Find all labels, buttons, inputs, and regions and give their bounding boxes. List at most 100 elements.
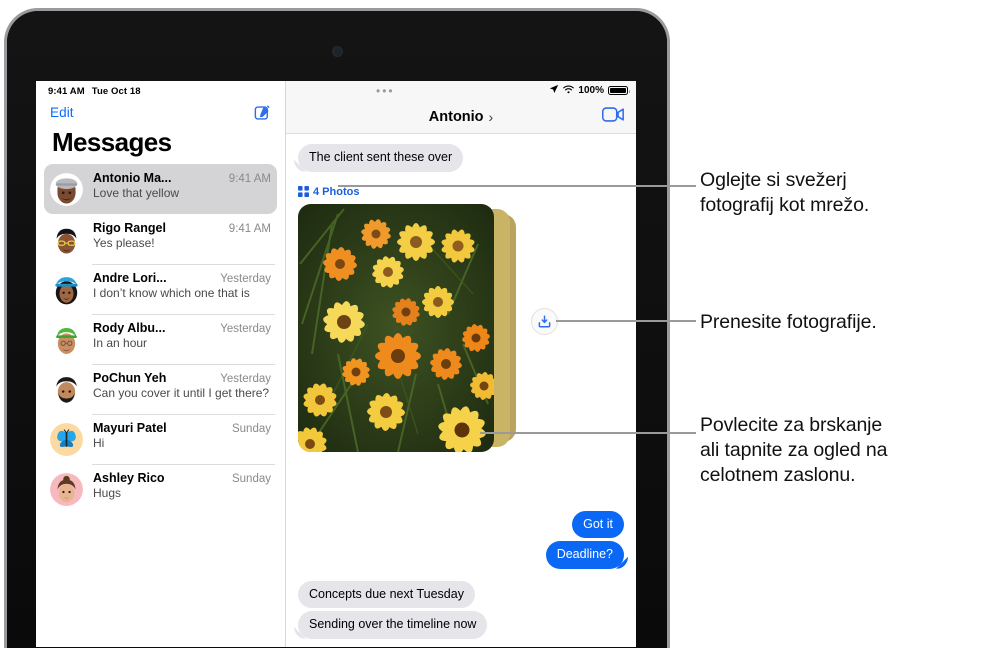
callout-line: ali tapnite za ogled na bbox=[700, 438, 888, 461]
message-row: The client sent these over bbox=[298, 144, 624, 172]
photo-stack[interactable] bbox=[298, 203, 516, 452]
list-item-body: Antonio Ma... 9:41 AM Love that yellow bbox=[93, 171, 271, 201]
location-arrow-icon bbox=[549, 84, 559, 97]
battery-percent-label: 100% bbox=[578, 85, 604, 96]
message-row: Concepts due next Tuesday bbox=[298, 580, 624, 609]
contact-name: Rigo Rangel bbox=[93, 221, 166, 235]
list-item-body: Rigo Rangel 9:41 AM Yes please! bbox=[93, 221, 271, 251]
battery-full-icon bbox=[608, 85, 630, 96]
message-row: Deadline? bbox=[298, 541, 624, 569]
message-bubble[interactable]: Concepts due next Tuesday bbox=[298, 580, 475, 609]
contact-name: Andre Lori... bbox=[93, 271, 167, 285]
photo-card-front[interactable] bbox=[298, 203, 494, 452]
conversation-list: Antonio Ma... 9:41 AM Love that yellow R… bbox=[36, 164, 285, 514]
callout-download: Prenesite fotografije. bbox=[700, 310, 990, 335]
message-preview: In an hour bbox=[93, 336, 148, 350]
bottom-messages: Got it Deadline? Concepts due next Tuesd… bbox=[298, 510, 624, 648]
list-item[interactable]: Andre Lori... Yesterday I don’t know whi… bbox=[44, 264, 277, 314]
contact-name: Antonio bbox=[428, 108, 484, 125]
sidebar-status-bar: 9:41 AM Tue Oct 18 bbox=[36, 81, 285, 97]
status-bar: ••• 100% bbox=[286, 81, 636, 100]
message-time: 9:41 AM bbox=[228, 173, 271, 185]
compose-icon[interactable] bbox=[254, 104, 271, 121]
message-time: Yesterday bbox=[220, 273, 271, 285]
window-grabber-handle[interactable]: ••• bbox=[376, 85, 395, 97]
list-item[interactable]: Mayuri Patel Sunday Hi bbox=[44, 414, 277, 464]
conversation-header: Antonio › bbox=[286, 100, 636, 134]
message-row: Got it bbox=[298, 510, 624, 539]
photo-grid-icon[interactable] bbox=[298, 186, 309, 198]
avatar bbox=[50, 323, 83, 356]
list-item-body: PoChun Yeh Yesterday Can you cover it un… bbox=[93, 371, 271, 401]
message-thread: The client sent these over 4 Photos Got … bbox=[286, 134, 636, 647]
contact-title-button[interactable]: Antonio › bbox=[429, 109, 493, 125]
contact-name: Rody Albu... bbox=[93, 321, 166, 335]
divider bbox=[92, 314, 275, 315]
status-indicators: 100% bbox=[549, 84, 630, 97]
callout-line: Povlecite za brskanje bbox=[700, 414, 883, 436]
chevron-right-icon: › bbox=[488, 108, 494, 125]
list-item[interactable]: Ashley Rico Sunday Hugs bbox=[44, 464, 277, 514]
avatar bbox=[50, 223, 83, 256]
callout-grid: Oglejte si svežerj fotografij kot mrežo. bbox=[700, 168, 990, 218]
callout-line: fotografij kot mrežo. bbox=[700, 193, 870, 216]
contact-name: Antonio Ma... bbox=[93, 171, 172, 185]
callout-swipe: Povlecite za brskanje ali tapnite za ogl… bbox=[700, 413, 992, 488]
message-bubble[interactable]: Sending over the timeline now bbox=[298, 611, 488, 639]
status-date: Tue Oct 18 bbox=[91, 86, 141, 97]
wifi-icon bbox=[563, 85, 575, 97]
callout-line: Prenesite fotografije. bbox=[700, 311, 877, 333]
message-bubble[interactable]: Got it bbox=[572, 510, 624, 539]
divider bbox=[92, 264, 275, 265]
message-bubble[interactable]: Deadline? bbox=[545, 541, 624, 569]
avatar bbox=[50, 473, 83, 506]
message-time: Yesterday bbox=[220, 323, 271, 335]
list-item-body: Andre Lori... Yesterday I don’t know whi… bbox=[93, 271, 271, 301]
contact-name: PoChun Yeh bbox=[93, 371, 167, 385]
message-time: 9:41 AM bbox=[228, 223, 271, 235]
message-bubble[interactable]: The client sent these over bbox=[298, 144, 464, 172]
tablet-screen: 9:41 AM Tue Oct 18 Edit Messages Antonio… bbox=[36, 81, 636, 647]
list-item-body: Rody Albu... Yesterday In an hour bbox=[93, 321, 271, 351]
message-preview: Hi bbox=[93, 436, 105, 450]
message-time: Yesterday bbox=[220, 373, 271, 385]
message-preview: Can you cover it until I get there? bbox=[93, 386, 270, 400]
message-time: Sunday bbox=[231, 423, 271, 435]
divider bbox=[92, 414, 275, 415]
download-icon[interactable] bbox=[531, 308, 558, 335]
flower-photo bbox=[298, 203, 494, 452]
avatar bbox=[50, 273, 83, 306]
avatar bbox=[50, 173, 83, 206]
list-item[interactable]: Rigo Rangel 9:41 AM Yes please! bbox=[44, 214, 277, 264]
status-time: 9:41 AM bbox=[48, 86, 85, 97]
page-title: Messages bbox=[52, 127, 172, 157]
conversation-pane: ••• 100% Antonio › The client sent these… bbox=[286, 81, 636, 647]
message-preview: Hugs bbox=[93, 486, 122, 500]
avatar bbox=[50, 373, 83, 406]
contact-name: Ashley Rico bbox=[93, 471, 165, 485]
avatar bbox=[50, 423, 83, 456]
front-camera-icon bbox=[332, 47, 342, 56]
video-camera-icon[interactable] bbox=[601, 106, 624, 127]
leader-line-download bbox=[556, 320, 696, 322]
attachment-label: 4 Photos bbox=[313, 185, 360, 198]
message-preview: I don’t know which one that is bbox=[93, 286, 250, 300]
leader-line-grid bbox=[338, 185, 696, 187]
list-item-body: Ashley Rico Sunday Hugs bbox=[93, 471, 271, 501]
messages-sidebar: 9:41 AM Tue Oct 18 Edit Messages Antonio… bbox=[36, 81, 286, 647]
list-item[interactable]: PoChun Yeh Yesterday Can you cover it un… bbox=[44, 364, 277, 414]
list-item[interactable]: Antonio Ma... 9:41 AM Love that yellow bbox=[44, 164, 277, 214]
message-row: Sending over the timeline now bbox=[298, 611, 624, 639]
leader-line-swipe bbox=[480, 432, 696, 434]
list-item-body: Mayuri Patel Sunday Hi bbox=[93, 421, 271, 451]
contact-name: Mayuri Patel bbox=[93, 421, 167, 435]
attachment-header[interactable]: 4 Photos bbox=[298, 186, 624, 198]
list-item[interactable]: Rody Albu... Yesterday In an hour bbox=[44, 314, 277, 364]
divider bbox=[92, 464, 275, 465]
callout-line: Oglejte si svežerj bbox=[700, 169, 847, 191]
callout-line: celotnem zaslonu. bbox=[700, 463, 856, 486]
edit-button[interactable]: Edit bbox=[50, 105, 74, 120]
sidebar-toolbar: Edit bbox=[36, 97, 285, 123]
message-preview: Love that yellow bbox=[93, 186, 180, 200]
message-preview: Yes please! bbox=[93, 236, 155, 250]
